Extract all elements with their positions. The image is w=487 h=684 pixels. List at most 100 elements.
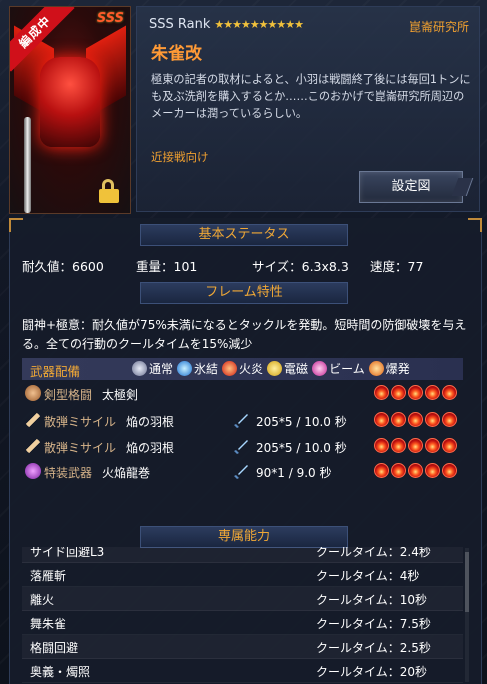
fire-icon xyxy=(391,438,406,453)
fire-icon xyxy=(391,412,406,427)
sword-damage-icon xyxy=(234,465,248,479)
weapon-damage: 205*5 / 10.0 秒 xyxy=(256,441,347,455)
legend-fire: 火炎 xyxy=(222,360,263,377)
fire-icon xyxy=(425,438,440,453)
fire-icon xyxy=(391,385,406,400)
blueprint-button[interactable]: 設定図 xyxy=(359,171,463,203)
ability-cooldown: クールタイム：20秒 xyxy=(316,665,428,679)
fire-icon xyxy=(408,438,423,453)
scrollbar-thumb[interactable] xyxy=(465,552,469,612)
sword-damage-icon xyxy=(234,440,248,454)
ability-name: 奥義・燭照 xyxy=(30,665,91,679)
ability-cooldown: クールタイム：4秒 xyxy=(316,569,420,583)
corner-decoration xyxy=(9,218,23,232)
rank-label: SSS Rank xyxy=(149,17,211,32)
ability-cooldown: クールタイム：10秒 xyxy=(316,593,428,607)
ability-name: 舞朱雀 xyxy=(30,617,67,631)
weapon-header-title: 武器配備 xyxy=(30,364,81,379)
ability-row[interactable]: 落雁斬 クールタイム：4秒 xyxy=(22,563,463,587)
ability-name: 離火 xyxy=(30,593,55,607)
unit-portrait[interactable]: 編成中 SSS xyxy=(9,6,131,214)
unit-description: 極東の記者の取材によると、小羽は戦闘終了後には毎回1トンにも及ぶ洗剤を購入すると… xyxy=(151,73,471,120)
legend-label: 通常 xyxy=(149,362,174,376)
fire-icon xyxy=(442,438,457,453)
fire-rating xyxy=(372,385,457,400)
weapon-row[interactable]: 剣型格闘 太極剣 xyxy=(22,384,463,404)
ability-row[interactable]: サイド回避L3 クールタイム：2.4秒 xyxy=(22,547,463,563)
fire-icon xyxy=(408,385,423,400)
section-basic-status: 基本ステータス xyxy=(140,224,348,246)
lab-name: 崑崙研究所 xyxy=(408,20,469,34)
fire-rating xyxy=(372,438,457,453)
ability-row[interactable]: 舞朱雀 クールタイム：7.5秒 xyxy=(22,611,463,635)
sword-weapon-icon xyxy=(25,385,41,401)
stat-size: サイズ：6.3x8.3 xyxy=(252,259,349,274)
fire-rating xyxy=(372,412,457,427)
weapon-header: 武器配備 通常 氷結 火炎 電磁 ビーム 爆発 xyxy=(22,358,463,380)
legend-ice: 氷結 xyxy=(177,360,218,377)
legend-normal: 通常 xyxy=(132,360,173,377)
stat-speed: 速度：77 xyxy=(370,259,424,274)
weapon-type: 特装武器 xyxy=(44,466,93,480)
ability-row[interactable]: 奥義・燭照 クールタイム：20秒 xyxy=(22,659,463,683)
normal-icon xyxy=(132,361,147,376)
ability-row[interactable]: 離火 クールタイム：10秒 xyxy=(22,587,463,611)
weapon-type: 散弾ミサイル xyxy=(44,441,117,455)
special-weapon-icon xyxy=(25,463,41,479)
legend-beam: ビーム xyxy=(312,360,365,377)
star-rating: ★★★★★★★★★★ xyxy=(214,18,304,31)
legend-label: 爆発 xyxy=(385,362,410,376)
fire-icon xyxy=(374,438,389,453)
ability-scrollbar[interactable] xyxy=(465,548,469,682)
ability-name: 格闘回避 xyxy=(30,641,79,655)
lock-body xyxy=(99,189,119,203)
element-legend: 通常 氷結 火炎 電磁 ビーム 爆発 xyxy=(132,360,414,377)
unit-role: 近接戦向け xyxy=(151,150,209,164)
legend-label: 氷結 xyxy=(194,362,219,376)
mech-image xyxy=(40,57,100,147)
fire-icon xyxy=(425,412,440,427)
fire-icon xyxy=(442,385,457,400)
section-exclusive-abilities: 専属能力 xyxy=(140,526,348,548)
unit-info-panel: SSS Rank ★★★★★★★★★★ 崑崙研究所 朱雀改 極東の記者の取材による… xyxy=(136,6,480,212)
weapon-row[interactable]: 散弾ミサイル 焔の羽根 205*5 / 10.0 秒 xyxy=(22,437,463,457)
rank-badge: SSS xyxy=(96,11,124,26)
fire-icon xyxy=(374,412,389,427)
ability-name: サイド回避L3 xyxy=(30,547,105,559)
stat-durability: 耐久値：6600 xyxy=(22,259,104,274)
sword-image xyxy=(24,117,31,213)
ability-cooldown: クールタイム：7.5秒 xyxy=(316,617,431,631)
fire-icon xyxy=(222,361,238,376)
fire-icon xyxy=(425,385,440,400)
legend-label: 電磁 xyxy=(284,362,309,376)
weapon-type: 散弾ミサイル xyxy=(44,415,117,429)
explosion-icon xyxy=(368,361,384,376)
rank-row: SSS Rank ★★★★★★★★★★ xyxy=(149,17,304,32)
weapon-row[interactable]: 散弾ミサイル 焔の羽根 205*5 / 10.0 秒 xyxy=(22,411,463,431)
ability-name: 落雁斬 xyxy=(30,569,67,583)
fire-icon xyxy=(374,385,389,400)
fire-icon xyxy=(408,412,423,427)
weapon-name: 焔の羽根 xyxy=(126,415,175,429)
weapon-name: 焔の羽根 xyxy=(126,441,175,455)
frame-trait-text: 闘神+極意：耐久値が75%未満になるとタックルを発動。短時間の防御破壊を与える。… xyxy=(22,318,467,351)
sword-damage-icon xyxy=(234,414,248,428)
fire-rating xyxy=(372,463,457,478)
corner-decoration xyxy=(468,218,482,232)
missile-icon xyxy=(25,412,41,428)
ability-list[interactable]: サイド回避L3 クールタイム：2.4秒 落雁斬 クールタイム：4秒 離火 クール… xyxy=(22,547,463,684)
weapon-damage: 205*5 / 10.0 秒 xyxy=(256,415,347,429)
ability-row[interactable]: 格闘回避 クールタイム：2.5秒 xyxy=(22,635,463,659)
legend-explosion: 爆発 xyxy=(368,360,410,377)
fire-icon xyxy=(425,463,440,478)
fire-icon xyxy=(391,463,406,478)
stat-weight: 重量：101 xyxy=(136,259,198,274)
fire-icon xyxy=(408,463,423,478)
lock-icon[interactable] xyxy=(98,179,120,203)
missile-icon xyxy=(25,438,41,454)
weapon-damage: 90*1 / 9.0 秒 xyxy=(256,466,332,480)
weapon-row[interactable]: 特装武器 火焔龍巻 90*1 / 9.0 秒 xyxy=(22,462,463,482)
electric-icon xyxy=(267,361,283,376)
weapon-type: 剣型格闘 xyxy=(44,388,93,402)
beam-icon xyxy=(312,361,328,376)
